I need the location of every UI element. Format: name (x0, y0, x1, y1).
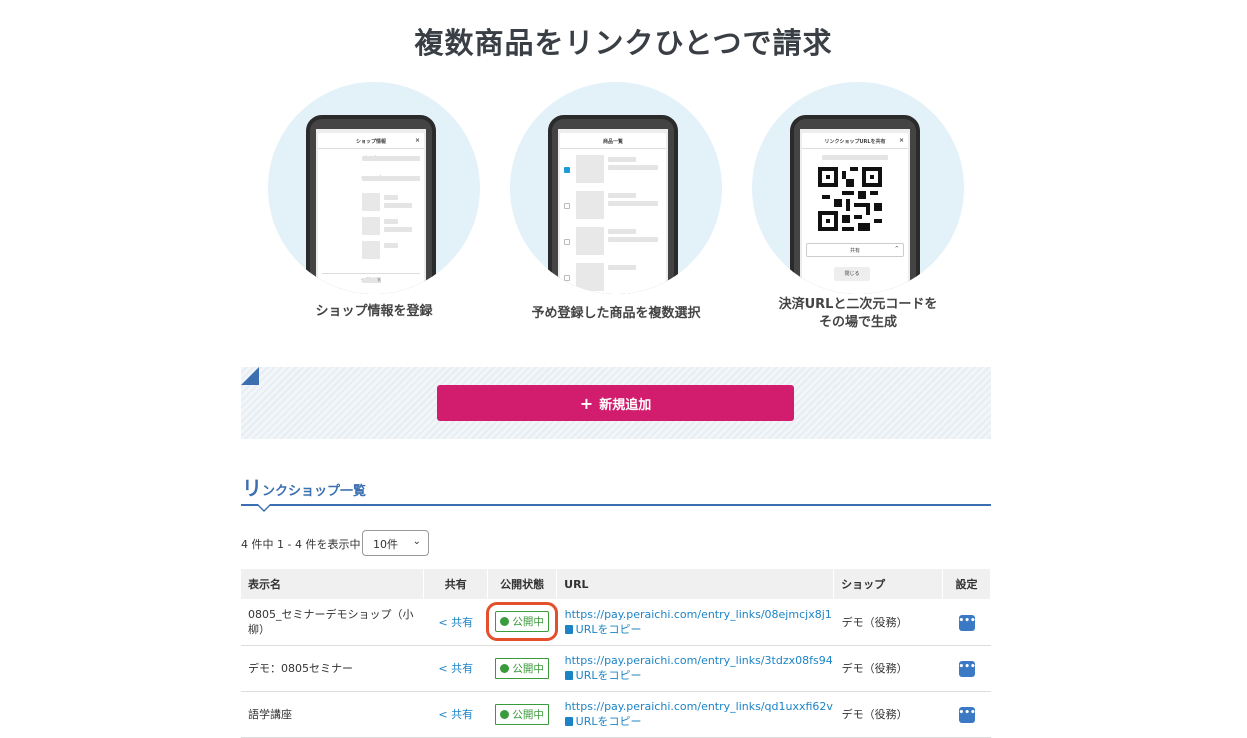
share-icon: < (438, 615, 448, 629)
checkbox-icon (564, 275, 570, 281)
feature-select-products: 商品一覧 予め登録した商品を複数選択 (496, 82, 736, 332)
shop-url-link[interactable]: https://pay.peraichi.com/entry_links/08e… (565, 607, 834, 622)
section-title: リンクショップ一覧 (242, 476, 367, 500)
feature-illustration: リンクショップURLを共有 × 共有 ^ 閉じる (752, 82, 964, 294)
feature-illustration: ショップ情報× 表示名 ショップ 商品 公開状態 (268, 82, 480, 294)
mock-close-button: 閉じる (834, 267, 870, 281)
table-row: 0805_セミナーデモショップ（小柳） < 共有 公開中 https://pay… (241, 599, 991, 646)
shop-name: 語学講座 (241, 691, 424, 738)
column-header-url: URL (556, 569, 835, 599)
feature-register-shop: ショップ情報× 表示名 ショップ 商品 公開状態 ショップ情報を登録 (254, 82, 494, 332)
column-header-share: 共有 (423, 569, 489, 599)
link-shop-table: 表示名 共有 公開状態 URL ショップ 設定 0805_セミナーデモショップ（… (241, 569, 991, 738)
column-header-name: 表示名 (241, 569, 425, 599)
add-new-label: 新規追加 (599, 397, 652, 413)
copy-url-button[interactable]: URLをコピー (564, 714, 834, 729)
add-new-button[interactable]: + 新規追加 (437, 385, 794, 421)
feature-caption: ショップ情報を登録 (315, 304, 433, 319)
copy-url-button[interactable]: URLをコピー (564, 668, 834, 683)
table-row: 語学講座 < 共有 公開中 https://pay.peraichi.com/e… (241, 691, 991, 738)
result-count: 4 件中 1 - 4 件を表示中 (241, 538, 361, 551)
feature-caption-line: その場で生成 (818, 315, 897, 330)
share-icon: < (438, 662, 448, 675)
close-icon: × (414, 137, 420, 144)
feature-illustration: 商品一覧 (510, 82, 722, 294)
shop-url-link[interactable]: https://pay.peraichi.com/entry_links/3td… (565, 653, 834, 668)
page-title: 複数商品をリンクひとつで請求 (414, 26, 833, 60)
shop-type: デモ（役務） (833, 691, 943, 738)
table-header-row: 表示名 共有 公開状態 URL ショップ 設定 (241, 569, 991, 599)
status-badge: 公開中 (486, 602, 558, 642)
share-link[interactable]: < 共有 (438, 708, 473, 721)
feature-caption: 予め登録した商品を複数選択 (531, 306, 701, 321)
copy-url-button[interactable]: URLをコピー (564, 622, 834, 637)
section-underline (241, 504, 991, 506)
shop-name: 0805_セミナーデモショップ（小柳） (241, 599, 424, 646)
per-page-value: 10件 (373, 538, 398, 551)
copy-icon (564, 717, 573, 726)
globe-icon (500, 709, 510, 719)
table-row: デモ：0805セミナー < 共有 公開中 https://pay.peraich… (241, 645, 991, 692)
qr-code-icon (818, 167, 882, 231)
share-link[interactable]: < 共有 (438, 662, 473, 675)
status-badge: 公開中 (495, 657, 549, 679)
close-icon: × (898, 137, 904, 144)
copy-icon (564, 624, 573, 634)
phone-mockup: ショップ情報× 表示名 ショップ 商品 公開状態 (306, 115, 436, 294)
shop-url-link[interactable]: https://pay.peraichi.com/entry_links/qd1… (565, 699, 834, 714)
more-options-button[interactable]: ••• (958, 614, 976, 631)
column-header-shop: ショップ (833, 569, 943, 599)
per-page-select[interactable]: 10件 ⌄ (362, 530, 429, 556)
globe-icon (500, 663, 510, 673)
checkbox-icon (564, 239, 570, 245)
chevron-up-icon: ^ (894, 246, 899, 252)
checkbox-checked-icon (564, 167, 570, 173)
mock-select-value: 共有 (849, 248, 860, 254)
more-options-button[interactable]: ••• (958, 661, 976, 677)
globe-icon (500, 617, 510, 627)
plus-icon: + (579, 393, 594, 413)
checkbox-icon (564, 203, 570, 209)
feature-caption: 決済URLと二次元コードを その場で生成 (738, 296, 978, 332)
status-badge: 公開中 (495, 703, 549, 725)
chevron-down-icon: ⌄ (412, 536, 421, 547)
more-options-button[interactable]: ••• (958, 707, 976, 723)
corner-decoration (241, 367, 259, 385)
shop-name: デモ：0805セミナー (241, 645, 424, 692)
share-link[interactable]: < 共有 (438, 616, 473, 629)
column-header-status: 公開状態 (487, 569, 558, 599)
shop-type: デモ（役務） (833, 645, 943, 692)
mock-header: リンクショップURLを共有 (824, 139, 886, 145)
feature-generate-url: リンクショップURLを共有 × 共有 ^ 閉じる 決済URLと二次元コードを そ… (738, 82, 978, 332)
copy-icon (564, 671, 573, 680)
feature-caption-line: 決済URLと二次元コードを (778, 297, 938, 312)
mock-header: ショップ情報 (355, 139, 386, 145)
shop-type: デモ（役務） (833, 599, 943, 646)
phone-mockup: 商品一覧 (548, 115, 678, 294)
share-icon: < (438, 708, 448, 721)
phone-mockup: リンクショップURLを共有 × 共有 ^ 閉じる (790, 115, 920, 294)
column-header-settings: 設定 (942, 569, 991, 599)
mock-header: 商品一覧 (602, 139, 623, 145)
